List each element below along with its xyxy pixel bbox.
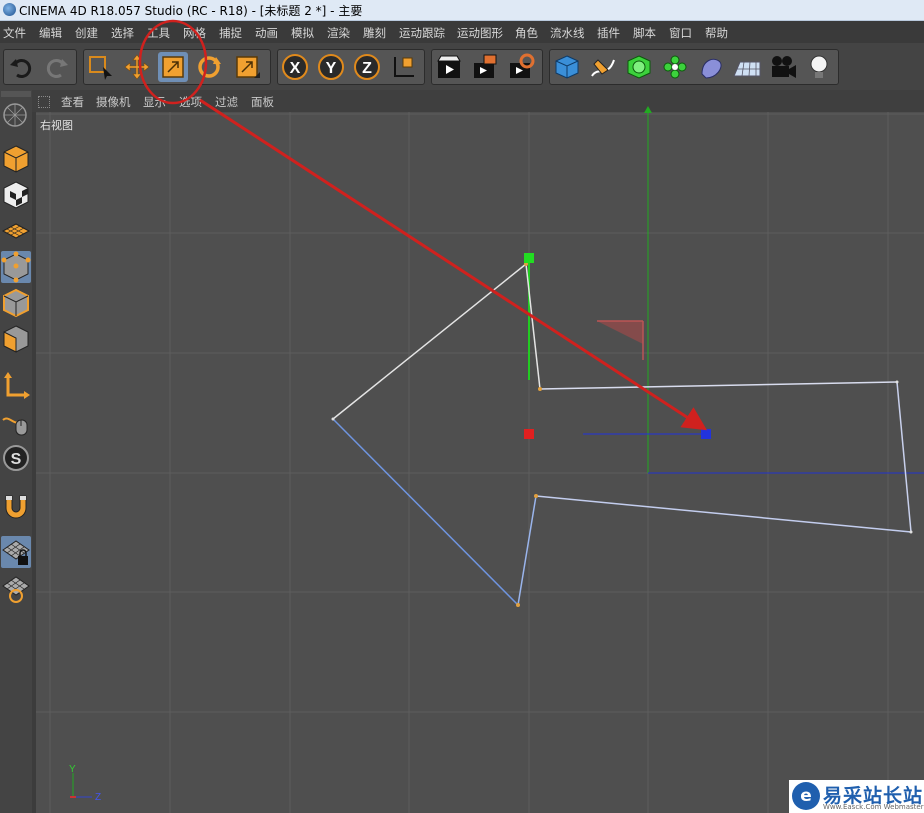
spline-segment [332, 418, 519, 606]
spline-segment [332, 263, 527, 420]
spline-segment [896, 381, 912, 533]
spline-point[interactable] [895, 380, 899, 384]
spline-point[interactable] [909, 530, 913, 534]
view-axis-gizmo: Y Z [69, 764, 101, 803]
gizmo-y-label: Y [69, 764, 76, 775]
scale-handle-z-blue[interactable] [701, 429, 711, 439]
spline-point[interactable] [534, 494, 538, 498]
scale-handle-y-green[interactable] [524, 253, 534, 263]
gizmo-z-label: Z [95, 792, 101, 803]
watermark-subtext: Www.Easck.Com Webmaster [823, 803, 924, 811]
spline-segment [539, 381, 898, 390]
watermark: e 易采站长站 Www.Easck.Com Webmaster [789, 780, 924, 813]
rotation-band-indicator [597, 321, 643, 344]
scene-overlay: Y Z [69, 19, 924, 803]
annotation-arrow [199, 98, 708, 431]
spline-segment [517, 495, 537, 606]
spline-point[interactable] [331, 417, 335, 421]
world-y-axis-arrow [644, 106, 652, 113]
annotation-circle [138, 19, 208, 105]
spline-segment [535, 495, 912, 533]
spline-point[interactable] [538, 387, 542, 391]
scale-handle-x-red[interactable] [524, 429, 534, 439]
spline-point[interactable] [516, 603, 520, 607]
watermark-logo-icon: e [792, 782, 820, 810]
